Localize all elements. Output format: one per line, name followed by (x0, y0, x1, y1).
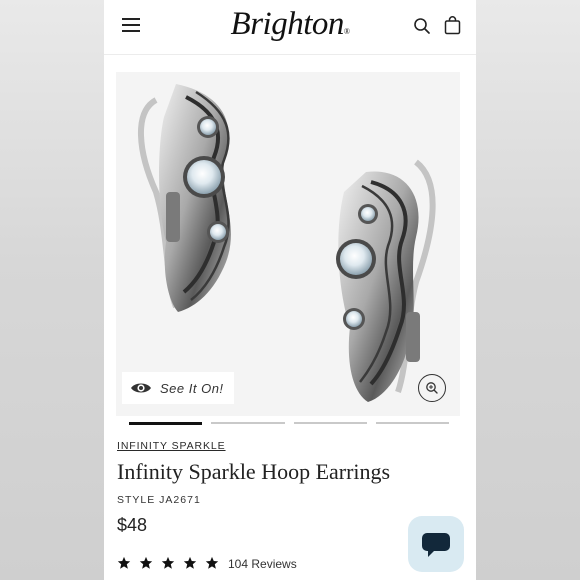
registered-mark: ® (343, 27, 350, 36)
see-it-on-button[interactable]: See It On! (122, 372, 234, 404)
style-number: STYLE JA2671 (117, 494, 201, 506)
star-icon (183, 556, 197, 569)
star-icon (117, 556, 131, 569)
star-rating[interactable] (117, 556, 219, 570)
logo-text: Brighton (230, 6, 345, 42)
see-it-on-label: See It On! (160, 380, 224, 396)
gallery-pagination (129, 422, 449, 425)
chat-bubble-icon (422, 533, 450, 557)
product-image[interactable]: See It On! (116, 72, 460, 416)
gallery-slide-3[interactable] (293, 422, 367, 424)
search-icon[interactable] (413, 17, 431, 35)
earrings-photo (137, 84, 436, 402)
zoom-in-icon (426, 382, 438, 394)
product-page: Brighton® See It On! INFINITY SPARKLE In… (104, 0, 476, 580)
reviews-link[interactable]: 104 Reviews (228, 557, 297, 571)
gallery-slide-1[interactable] (129, 422, 203, 425)
zoom-button[interactable] (418, 374, 446, 402)
star-icon (205, 556, 219, 569)
shopping-bag-icon[interactable] (444, 16, 461, 35)
product-price: $48 (117, 515, 148, 535)
collection-link[interactable]: INFINITY SPARKLE (117, 440, 226, 452)
site-header: Brighton® (104, 0, 476, 55)
star-icon (161, 556, 175, 569)
eye-icon (131, 383, 151, 393)
chat-button[interactable] (408, 516, 464, 572)
star-icon (139, 556, 153, 569)
gallery-slide-4[interactable] (375, 422, 449, 424)
product-title: Infinity Sparkle Hoop Earrings (117, 459, 391, 484)
background-blur-right (476, 0, 580, 580)
gallery-slide-2[interactable] (211, 422, 285, 424)
background-blur-left (0, 0, 104, 580)
